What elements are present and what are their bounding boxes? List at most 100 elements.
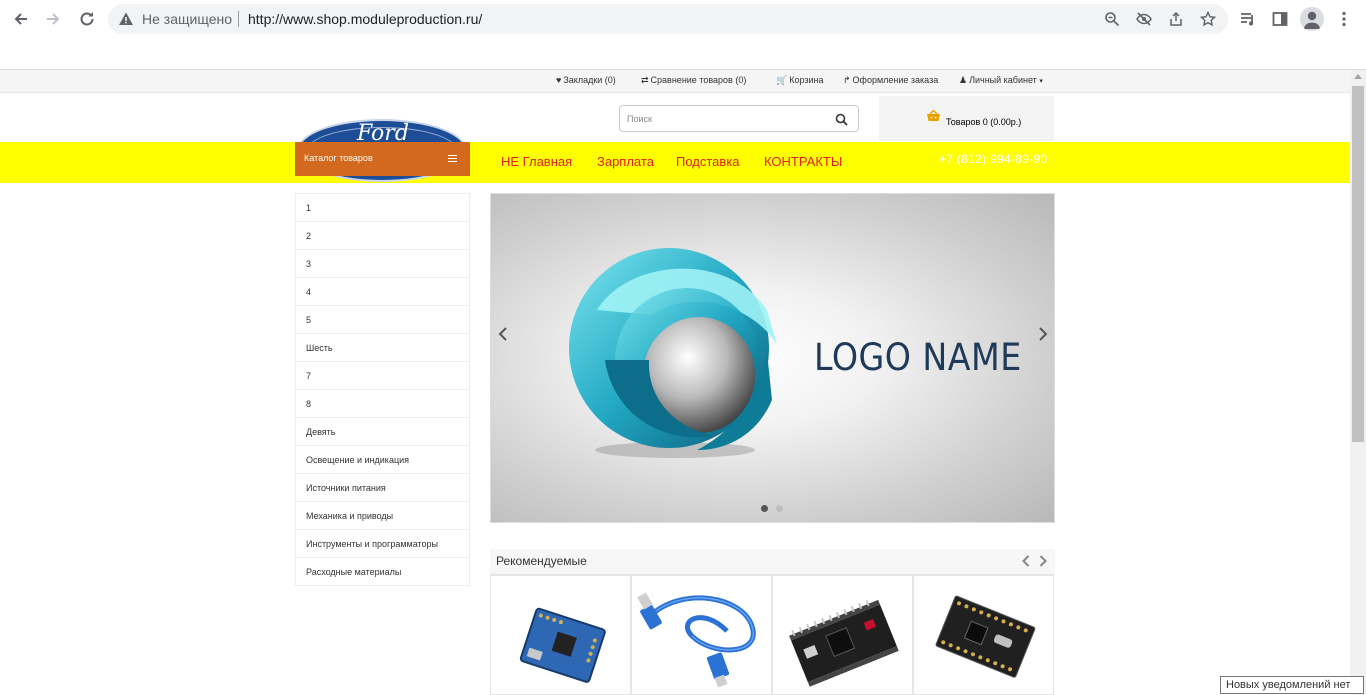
category-item[interactable]: Освещение и индикация (296, 445, 469, 473)
category-item[interactable]: Шесть (296, 333, 469, 361)
cart-label: Корзина (789, 75, 824, 85)
zoom-icon[interactable] (1102, 9, 1122, 29)
product-card[interactable] (490, 575, 631, 695)
pro-mini-board-image (935, 595, 1036, 678)
menu-link-salary[interactable]: Зарплата (597, 154, 654, 169)
slide-logo-text: LOGO NAME (814, 336, 1022, 379)
category-item-label: Источники питания (306, 483, 386, 493)
category-item-label: 2 (306, 231, 312, 241)
category-item-label: 5 (306, 315, 312, 325)
back-icon[interactable] (8, 6, 34, 32)
category-item-label: Шесть (306, 343, 333, 353)
account-link[interactable]: ♟ Личный кабинет ▾ (959, 75, 1043, 86)
bookmarks-label: Закладки (0) (563, 75, 616, 85)
category-item-label: Механика и приводы (306, 511, 394, 521)
star-icon[interactable] (1198, 9, 1218, 29)
search-box (619, 105, 859, 132)
category-item-label: Девять (306, 427, 336, 437)
user-icon: ♟ (959, 75, 968, 85)
product-card[interactable] (631, 575, 772, 695)
omnibox-divider (238, 11, 239, 27)
category-list: 1 2 3 4 5 Шесть 7 8 Девять Освещение и индикация И… (295, 193, 470, 586)
black-dev-board-image (789, 599, 899, 687)
cart-icon: 🛒 (776, 75, 788, 85)
share-icon[interactable] (1166, 9, 1186, 29)
recommended-header: Рекомендуемые (490, 549, 1055, 575)
browser-toolbar: Не защищено http://www.shop.moduleproduc… (0, 0, 1366, 70)
category-item[interactable]: 2 (296, 221, 469, 249)
category-item[interactable]: Девять (296, 417, 469, 445)
menu-burger-icon (448, 155, 457, 163)
banner-slider: LOGO NAME (490, 193, 1055, 523)
cart-link[interactable]: 🛒 Корзина (776, 75, 824, 86)
scrollbar-thumb[interactable] (1352, 86, 1364, 442)
category-item[interactable]: Источники питания (296, 473, 469, 501)
slider-dot[interactable] (761, 505, 768, 512)
url-text[interactable]: http://www.shop.moduleproduction.ru/ (248, 11, 482, 27)
media-icon[interactable] (1236, 7, 1260, 31)
basket-icon (927, 110, 940, 121)
exchange-icon: ⇄ (641, 75, 649, 85)
category-item[interactable]: 7 (296, 361, 469, 389)
category-item-label: 8 (306, 399, 312, 409)
eye-off-icon[interactable] (1134, 9, 1154, 29)
category-item-label: 7 (306, 371, 312, 381)
slider-next-icon[interactable] (1035, 326, 1051, 342)
category-item[interactable]: Расходные материалы (296, 557, 469, 585)
category-item[interactable]: Механика и приводы (296, 501, 469, 529)
warning-icon[interactable] (118, 11, 134, 27)
forward-icon[interactable] (40, 6, 66, 32)
bookmarks-link[interactable]: ♥ Закладки (0) (556, 75, 616, 85)
category-item-label: 1 (306, 203, 312, 213)
checkout-label: Оформление заказа (852, 75, 939, 85)
category-item[interactable]: 5 (296, 305, 469, 333)
side-panel-icon[interactable] (1268, 7, 1292, 31)
compare-link[interactable]: ⇄ Сравнение товаров (0) (641, 75, 746, 86)
notification-text: Новых уведомлений нет (1226, 679, 1351, 691)
category-item-label: Инструменты и программаторы (306, 539, 439, 549)
search-icon[interactable] (832, 110, 850, 128)
profile-avatar[interactable] (1300, 7, 1324, 31)
checkout-link[interactable]: ↱ Оформление заказа (843, 75, 938, 86)
recommended-title: Рекомендуемые (496, 554, 587, 568)
search-input[interactable] (620, 106, 825, 131)
category-item-label: 4 (306, 287, 312, 297)
share-arrow-icon: ↱ (843, 75, 851, 85)
cart-summary-button[interactable]: Товаров 0 (0.00р.) (879, 96, 1054, 141)
account-label: Личный кабинет (969, 75, 1037, 85)
catalog-label: Каталог товаров (304, 153, 373, 163)
slider-prev-icon[interactable] (495, 326, 511, 342)
usb-cable-image (637, 592, 756, 688)
heart-icon: ♥ (556, 75, 562, 85)
category-item-label: Освещение и индикация (306, 455, 409, 465)
menu-link-stand[interactable]: Подставка (676, 154, 740, 169)
reload-icon[interactable] (74, 6, 100, 32)
category-item[interactable]: 8 (296, 389, 469, 417)
address-bar[interactable]: Не защищено http://www.shop.moduleproduc… (108, 4, 1228, 34)
notification-toast: Новых уведомлений нет (1220, 676, 1364, 694)
recommended-prev-icon[interactable] (1019, 554, 1033, 568)
top-links-bar: ♥ Закладки (0) ⇄ Сравнение товаров (0) 🛒 Ко… (0, 70, 1350, 93)
brand-emblem-icon (569, 248, 777, 458)
security-label[interactable]: Не защищено (142, 11, 232, 27)
scroll-up-icon[interactable] (1354, 74, 1362, 79)
menu-link-contracts[interactable]: КОНТРАКТЫ (764, 154, 842, 169)
slider-dot[interactable] (776, 505, 783, 512)
product-card[interactable] (913, 575, 1054, 695)
product-card[interactable] (772, 575, 913, 695)
recommended-next-icon[interactable] (1036, 554, 1050, 568)
slider-dots (761, 505, 785, 513)
page-scrollbar[interactable] (1350, 70, 1366, 695)
category-item-label: 3 (306, 259, 312, 269)
main-menu-band (0, 142, 1350, 183)
compare-label: Сравнение товаров (0) (650, 75, 747, 85)
module-board-image (519, 607, 606, 683)
more-menu-icon[interactable] (1332, 7, 1356, 31)
category-item[interactable]: 4 (296, 277, 469, 305)
category-item[interactable]: 3 (296, 249, 469, 277)
category-item[interactable]: 1 (296, 193, 469, 221)
menu-link-home[interactable]: НЕ Главная (501, 154, 572, 169)
catalog-button[interactable]: Каталог товаров (295, 142, 470, 176)
caret-down-icon: ▾ (1039, 78, 1043, 85)
category-item[interactable]: Инструменты и программаторы (296, 529, 469, 557)
